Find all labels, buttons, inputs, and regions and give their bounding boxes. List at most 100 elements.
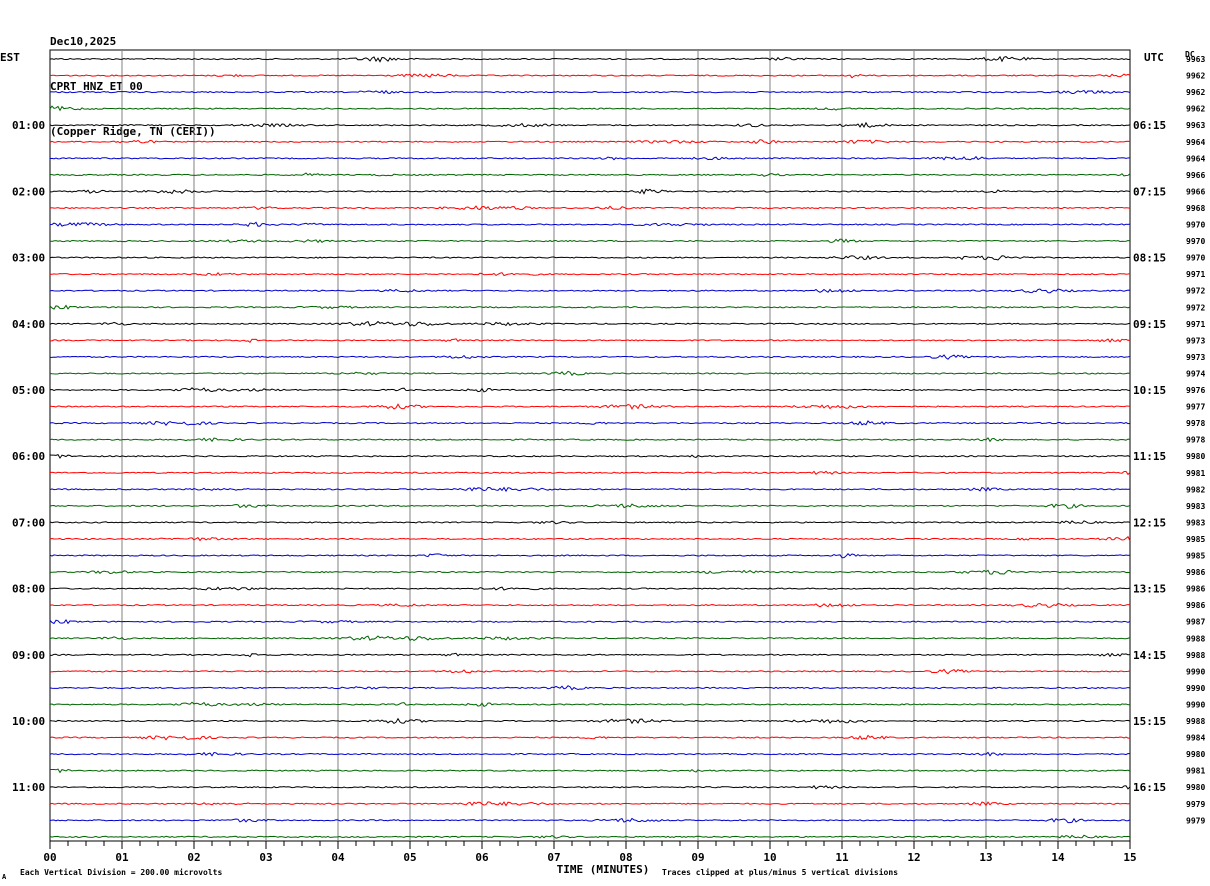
x-tick-label: 13 <box>979 851 992 864</box>
dc-value-label: 9970 <box>1186 237 1205 246</box>
dc-value-label: 9990 <box>1186 667 1205 676</box>
seismic-trace <box>49 520 1131 525</box>
helicorder-plot: 00 01 02 03 04 05 06 07 08 09 10 11 12 13 14 1501:0002:… <box>0 49 1205 881</box>
x-tick-label: 15 <box>1123 851 1136 864</box>
dc-value-label: 9988 <box>1186 634 1205 643</box>
seismic-trace <box>49 55 1131 63</box>
seismic-trace <box>49 73 1131 79</box>
est-hour-label: 07:00 <box>12 516 45 529</box>
dc-value-label: 9966 <box>1186 187 1205 196</box>
dc-value-label: 9971 <box>1186 320 1205 329</box>
seismic-trace <box>49 701 1131 708</box>
seismic-trace <box>49 668 1131 675</box>
seismic-trace <box>49 685 1131 691</box>
seismic-trace <box>49 238 1131 244</box>
seismic-trace <box>49 553 1131 559</box>
dc-value-label: 9976 <box>1186 386 1205 395</box>
dc-value-label: 9987 <box>1186 618 1205 627</box>
seismic-trace <box>49 437 1131 443</box>
x-tick-label: 01 <box>115 851 129 864</box>
dc-value-label: 9966 <box>1186 171 1205 180</box>
dc-value-label: 9970 <box>1186 221 1205 230</box>
dc-value-label: 9971 <box>1186 270 1205 279</box>
est-hour-label: 09:00 <box>12 649 45 662</box>
utc-zone-label: UTC <box>1144 51 1164 64</box>
dc-value-label: 9982 <box>1186 485 1205 494</box>
seismic-trace <box>49 751 1131 757</box>
dc-value-label: 9985 <box>1186 535 1205 544</box>
seismic-trace <box>49 338 1131 343</box>
seismic-trace <box>49 817 1131 824</box>
seismic-trace <box>50 586 1131 591</box>
seismic-trace <box>49 420 1131 427</box>
dc-value-label: 9981 <box>1186 469 1205 478</box>
x-tick-label: 14 <box>1051 851 1065 864</box>
dc-value-label: 9986 <box>1186 601 1205 610</box>
dc-value-label: 9972 <box>1186 287 1205 296</box>
est-hour-label: 02:00 <box>12 185 45 198</box>
est-hour-label: 11:00 <box>12 781 45 794</box>
x-tick-label: 04 <box>331 851 345 864</box>
utc-hour-label: 07:15 <box>1133 185 1166 198</box>
dc-value-label: 9981 <box>1186 767 1205 776</box>
utc-hour-label: 14:15 <box>1133 649 1166 662</box>
dc-value-label: 9983 <box>1186 518 1205 527</box>
x-tick-label: 02 <box>187 851 200 864</box>
trace-group <box>49 55 1131 839</box>
x-axis-title: TIME (MINUTES) <box>557 863 650 876</box>
utc-hour-label: 08:15 <box>1133 252 1166 265</box>
est-zone-label: EST <box>0 51 20 64</box>
dc-header-label: DC <box>1185 50 1195 59</box>
dc-value-label: 9980 <box>1186 452 1205 461</box>
x-tick-label: 12 <box>907 851 920 864</box>
dc-value-label: 9983 <box>1186 502 1205 511</box>
plot-grid <box>49 49 1131 849</box>
dc-value-label: 9962 <box>1186 72 1205 81</box>
dc-value-label: 9963 <box>1186 121 1205 130</box>
est-hour-label: 06:00 <box>12 450 45 463</box>
dc-value-label: 9980 <box>1186 750 1205 759</box>
seismic-trace <box>49 635 1131 642</box>
est-hour-label: 03:00 <box>12 252 45 265</box>
seismic-trace <box>49 785 1131 790</box>
est-hour-label: 08:00 <box>12 583 45 596</box>
seismic-trace <box>49 569 1131 575</box>
dc-value-label: 9970 <box>1186 254 1205 263</box>
seismic-trace <box>49 105 1131 112</box>
seismic-trace <box>49 602 1131 608</box>
seismic-trace <box>49 652 1131 658</box>
dc-value-label: 9968 <box>1186 204 1205 213</box>
dc-value-label: 9985 <box>1186 552 1205 561</box>
x-tick-label: 03 <box>259 851 272 864</box>
seismic-trace <box>49 89 1131 95</box>
seismic-trace <box>49 288 1131 294</box>
utc-hour-label: 06:15 <box>1133 119 1166 132</box>
utc-hour-label: 12:15 <box>1133 516 1166 529</box>
dc-value-label: 9984 <box>1186 734 1205 743</box>
seismic-trace <box>49 172 1131 177</box>
seismic-trace <box>49 387 1131 393</box>
seismic-trace <box>49 320 1131 327</box>
x-tick-label: 10 <box>763 851 776 864</box>
seismic-trace <box>49 834 1131 839</box>
utc-hour-label: 16:15 <box>1133 781 1166 794</box>
dc-value-label: 9980 <box>1186 783 1205 792</box>
dc-value-label: 9962 <box>1186 105 1205 114</box>
dc-value-label: 9988 <box>1186 717 1205 726</box>
seismic-trace <box>49 486 1131 493</box>
x-tick-label: 06 <box>475 851 489 864</box>
label-group: 00 01 02 03 04 05 06 07 08 09 10 11 12 13 14 1501:0002:… <box>12 55 1205 864</box>
seismic-trace <box>49 503 1131 509</box>
est-hour-label: 05:00 <box>12 384 45 397</box>
seismic-trace <box>49 535 1131 542</box>
dc-value-label: 9979 <box>1186 800 1205 809</box>
utc-hour-label: 09:15 <box>1133 318 1166 331</box>
utc-hour-label: 13:15 <box>1133 583 1166 596</box>
dc-value-label: 9964 <box>1186 154 1205 163</box>
seismic-trace <box>49 618 1131 625</box>
x-tick-label: 09 <box>691 851 704 864</box>
seismic-trace <box>49 221 1131 227</box>
seismic-trace <box>49 205 1131 211</box>
est-hour-label: 04:00 <box>12 318 45 331</box>
est-hour-label: 01:00 <box>12 119 45 132</box>
